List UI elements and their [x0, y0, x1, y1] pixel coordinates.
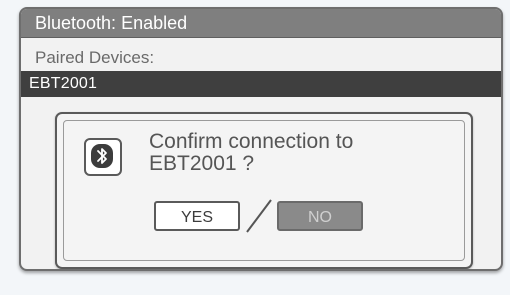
bluetooth-icon — [84, 138, 122, 176]
dialog-message-line1: Confirm connection to — [149, 130, 354, 153]
confirm-connection-dialog: Confirm connection to EBT2001 ? YES NO — [55, 112, 473, 269]
bluetooth-screen: Bluetooth: Enabled Paired Devices: EBT20… — [19, 7, 503, 271]
yes-button[interactable]: YES — [154, 201, 240, 231]
title-bar: Bluetooth: Enabled — [21, 9, 501, 38]
no-button[interactable]: NO — [277, 201, 363, 231]
paired-devices-label: Paired Devices: — [35, 48, 155, 67]
bluetooth-rune — [97, 148, 107, 164]
dialog-message-line2: EBT2001 ? — [149, 152, 255, 175]
button-separator-slash — [246, 199, 272, 233]
dialog-message: Confirm connection to EBT2001 ? — [149, 131, 449, 175]
title-text: Bluetooth: Enabled — [35, 13, 188, 33]
device-row-ebt2001[interactable]: EBT2001 — [21, 71, 501, 97]
bluetooth-icon-badge — [91, 144, 113, 168]
device-name: EBT2001 — [29, 75, 98, 92]
